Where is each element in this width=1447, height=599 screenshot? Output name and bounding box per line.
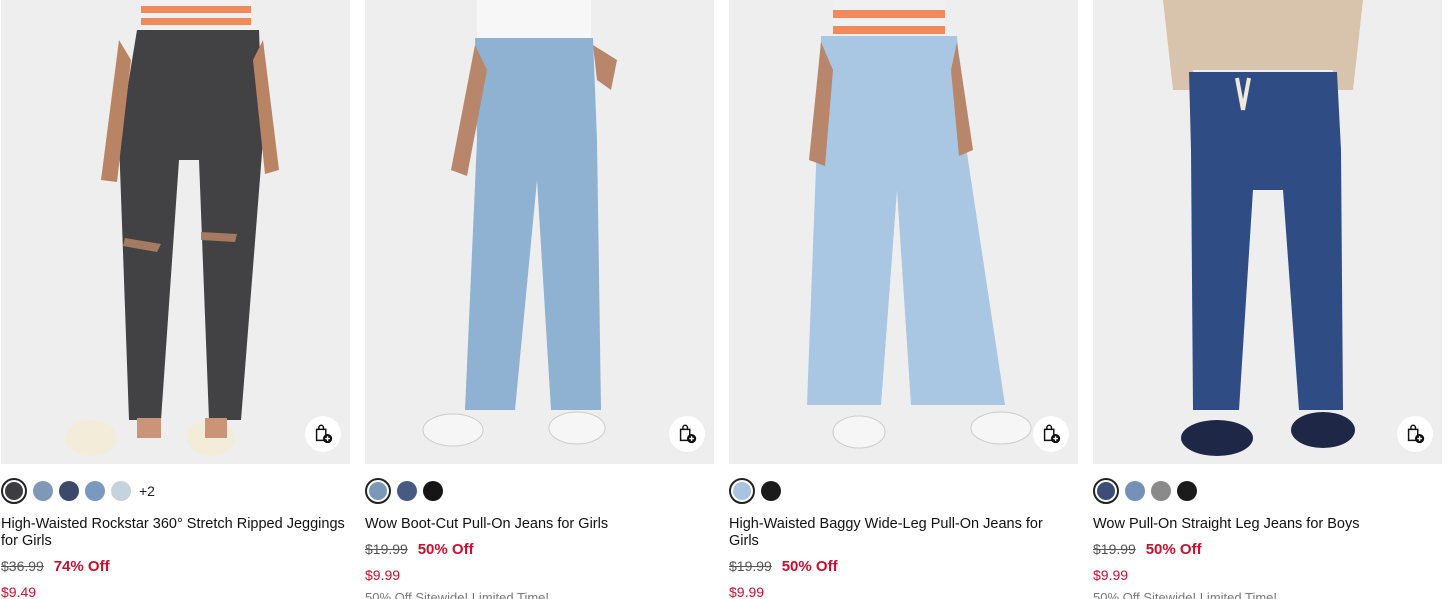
product-photo-bootcut	[365, 0, 714, 464]
shopping-bag-plus-icon	[679, 424, 697, 444]
discount-badge: 50% Off	[781, 558, 838, 575]
original-price: $19.99	[729, 558, 772, 574]
quick-add-button[interactable]	[669, 416, 705, 452]
color-swatches	[1093, 478, 1197, 504]
promo-message: 50% Off Sitewide! Limited Time!	[365, 590, 550, 599]
color-swatch-selected[interactable]	[1, 478, 27, 504]
discount-badge: 74% Off	[53, 558, 110, 575]
product-photo-wideleg	[729, 0, 1078, 464]
color-swatch[interactable]	[85, 481, 105, 501]
product-card: +2 High-Waisted Rockstar 360° Stretch Ri…	[1, 0, 350, 599]
shopping-bag-plus-icon	[1043, 424, 1061, 444]
product-card: Wow Pull-On Straight Leg Jeans for Boys …	[1093, 0, 1442, 599]
product-name-link[interactable]: High-Waisted Baggy Wide-Leg Pull-On Jean…	[729, 516, 1074, 550]
product-image[interactable]	[365, 0, 714, 464]
price-row: $19.99 50% Off	[729, 558, 838, 575]
color-swatches	[365, 478, 443, 504]
color-swatch[interactable]	[59, 481, 79, 501]
sale-price: $9.99	[1093, 567, 1129, 583]
original-price: $19.99	[365, 541, 408, 557]
more-colors-link[interactable]: +2	[139, 483, 155, 499]
color-swatch[interactable]	[397, 481, 417, 501]
product-name-link[interactable]: Wow Pull-On Straight Leg Jeans for Boys	[1093, 516, 1438, 533]
product-name-link[interactable]: High-Waisted Rockstar 360° Stretch Rippe…	[1, 516, 346, 550]
shopping-bag-plus-icon	[1407, 424, 1425, 444]
sale-price: $9.99	[365, 567, 401, 583]
color-swatch-selected[interactable]	[1093, 478, 1119, 504]
product-photo-jeggings	[1, 0, 350, 464]
color-swatch[interactable]	[1177, 481, 1197, 501]
color-swatches	[729, 478, 781, 504]
shopping-bag-plus-icon	[315, 424, 333, 444]
color-swatch[interactable]	[33, 481, 53, 501]
product-image[interactable]	[1, 0, 350, 464]
original-price: $19.99	[1093, 541, 1136, 557]
quick-add-button[interactable]	[1033, 416, 1069, 452]
discount-badge: 50% Off	[1145, 541, 1202, 558]
color-swatch[interactable]	[111, 481, 131, 501]
promo-message: 50% Off Sitewide! Limited Time!	[1093, 590, 1278, 599]
quick-add-button[interactable]	[305, 416, 341, 452]
color-swatch-selected[interactable]	[729, 478, 755, 504]
discount-badge: 50% Off	[417, 541, 474, 558]
product-card: High-Waisted Baggy Wide-Leg Pull-On Jean…	[729, 0, 1078, 599]
price-row: $36.99 74% Off	[1, 558, 110, 575]
product-grid: +2 High-Waisted Rockstar 360° Stretch Ri…	[0, 0, 1447, 599]
product-name-link[interactable]: Wow Boot-Cut Pull-On Jeans for Girls	[365, 516, 710, 533]
color-swatch-selected[interactable]	[365, 478, 391, 504]
original-price: $36.99	[1, 558, 44, 574]
color-swatch[interactable]	[1151, 481, 1171, 501]
quick-add-button[interactable]	[1397, 416, 1433, 452]
color-swatches: +2	[1, 478, 155, 504]
price-row: $19.99 50% Off	[1093, 541, 1202, 558]
price-row: $19.99 50% Off	[365, 541, 474, 558]
product-photo-straight-leg	[1093, 0, 1442, 464]
sale-price: $9.99	[729, 584, 765, 599]
color-swatch[interactable]	[761, 481, 781, 501]
color-swatch[interactable]	[1125, 481, 1145, 501]
color-swatch[interactable]	[423, 481, 443, 501]
product-image[interactable]	[729, 0, 1078, 464]
sale-price: $9.49	[1, 584, 37, 599]
product-image[interactable]	[1093, 0, 1442, 464]
product-card: Wow Boot-Cut Pull-On Jeans for Girls $19…	[365, 0, 714, 599]
